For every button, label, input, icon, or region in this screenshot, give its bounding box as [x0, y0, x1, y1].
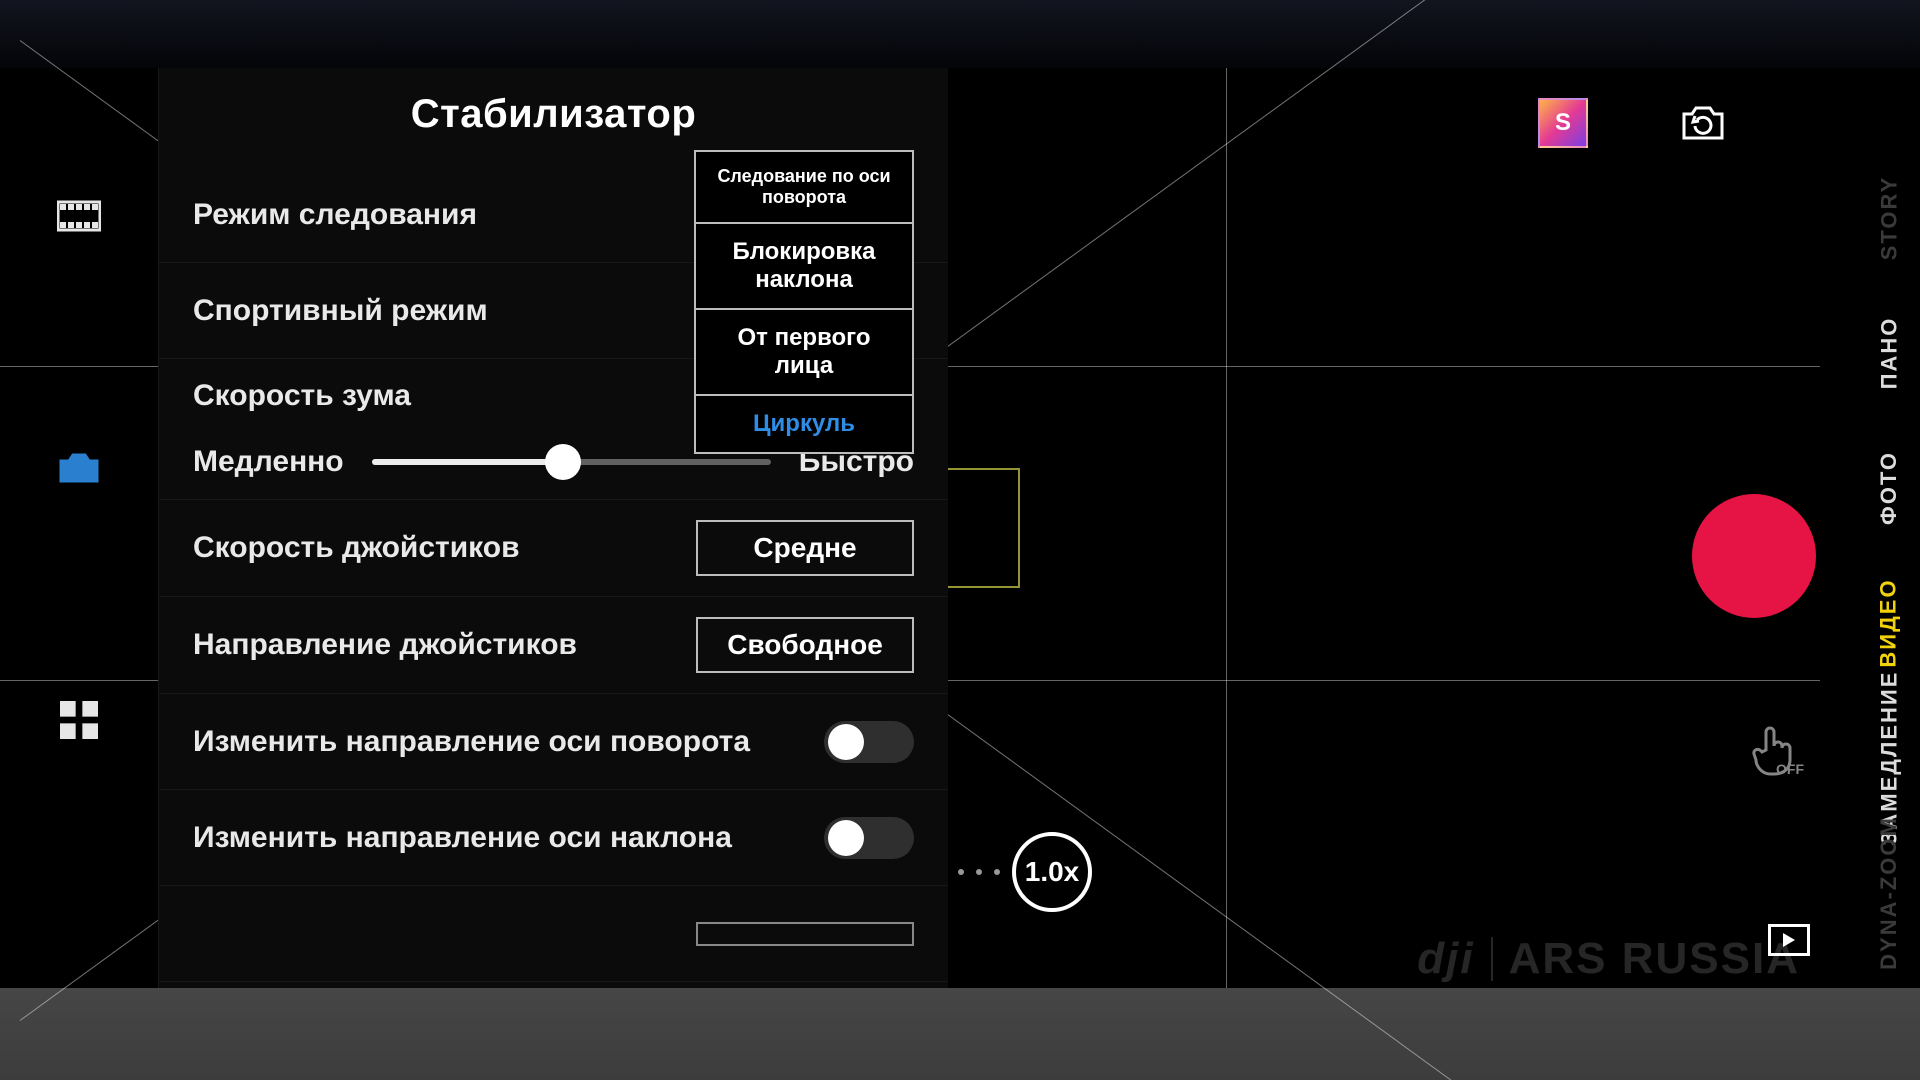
gesture-off-button[interactable]: OFF — [1746, 720, 1806, 781]
joystick-direction-label: Направление джойстиков — [193, 628, 577, 662]
gesture-off-label: OFF — [1776, 761, 1804, 776]
invert-tilt-label: Изменить направление оси наклона — [193, 821, 732, 855]
follow-mode-option-fpv[interactable]: От первого лица — [696, 310, 912, 396]
joystick-speed-label: Скорость джойстиков — [193, 531, 520, 565]
mode-story[interactable]: STORY — [1876, 175, 1902, 260]
record-button[interactable] — [1692, 494, 1816, 618]
settings-tabs-rail — [0, 68, 158, 988]
mode-photo[interactable]: ФОТО — [1876, 451, 1902, 525]
stabilizer-panel: Стабилизатор Следование по оси поворота … — [158, 68, 948, 988]
zoom-speed-slow-label: Медленно — [193, 445, 344, 479]
zoom-speed-slider[interactable] — [372, 459, 771, 465]
row-joystick-speed: Скорость джойстиков Средне — [159, 500, 948, 597]
row-invert-pan: Изменить направление оси поворота — [159, 694, 948, 790]
watermark-divider — [1491, 937, 1493, 981]
follow-mode-label: Режим следования — [193, 198, 477, 232]
watermark-text: ARS RUSSIA — [1509, 934, 1800, 984]
sport-mode-label: Спортивный режим — [193, 294, 488, 328]
bottom-letterbox — [0, 988, 1920, 1080]
top-letterbox — [0, 0, 1920, 68]
zoom-dot — [958, 869, 964, 875]
zoom-level-button[interactable]: 1.0x — [1012, 832, 1092, 912]
mode-dynazoom[interactable]: DYNA-ZOOM — [1876, 816, 1902, 970]
follow-mode-option-tilt-lock[interactable]: Блокировка наклона — [696, 224, 912, 310]
follow-mode-option-pan-follow[interactable]: Следование по оси поворота — [696, 152, 912, 224]
zoom-rail: 1.0x — [958, 832, 1092, 912]
follow-mode-dropdown[interactable]: Следование по оси поворота Блокировка на… — [694, 150, 914, 454]
film-icon[interactable] — [55, 196, 103, 236]
zoom-speed-label: Скорость зума — [193, 379, 411, 413]
row-cutoff: . — [159, 886, 948, 982]
zoom-dot — [976, 869, 982, 875]
row-joystick-direction: Направление джойстиков Свободное — [159, 597, 948, 694]
zoom-speed-slider-thumb[interactable] — [545, 444, 581, 480]
zoom-dot — [994, 869, 1000, 875]
joystick-speed-select[interactable]: Средне — [696, 520, 914, 576]
watermark: dji ARS RUSSIA — [1417, 934, 1800, 984]
grid-vertical-1 — [1226, 68, 1227, 988]
joystick-direction-select[interactable]: Свободное — [696, 617, 914, 673]
follow-mode-option-compass[interactable]: Циркуль — [696, 396, 912, 452]
invert-pan-toggle[interactable] — [824, 721, 914, 763]
watermark-brand: dji — [1417, 934, 1474, 984]
capture-modes-rail: STORY ПАНО ФОТО ВИДЕО ЗАМЕДЛЕНИЕ DYNA-ZO… — [1858, 150, 1920, 960]
row-invert-tilt: Изменить направление оси наклона — [159, 790, 948, 886]
settings-container: Стабилизатор Следование по оси поворота … — [0, 68, 948, 988]
switch-camera-icon[interactable] — [1680, 102, 1726, 142]
mode-pano[interactable]: ПАНО — [1876, 316, 1902, 389]
camera-icon[interactable] — [55, 448, 103, 488]
story-shortcut-button[interactable]: S — [1538, 98, 1588, 148]
zoom-speed-slider-fill — [372, 459, 564, 465]
row-cutoff-select[interactable] — [696, 922, 914, 946]
grid-icon[interactable] — [55, 700, 103, 740]
invert-tilt-toggle[interactable] — [824, 817, 914, 859]
mode-video[interactable]: ВИДЕО — [1876, 578, 1902, 667]
invert-pan-label: Изменить направление оси поворота — [193, 725, 750, 759]
